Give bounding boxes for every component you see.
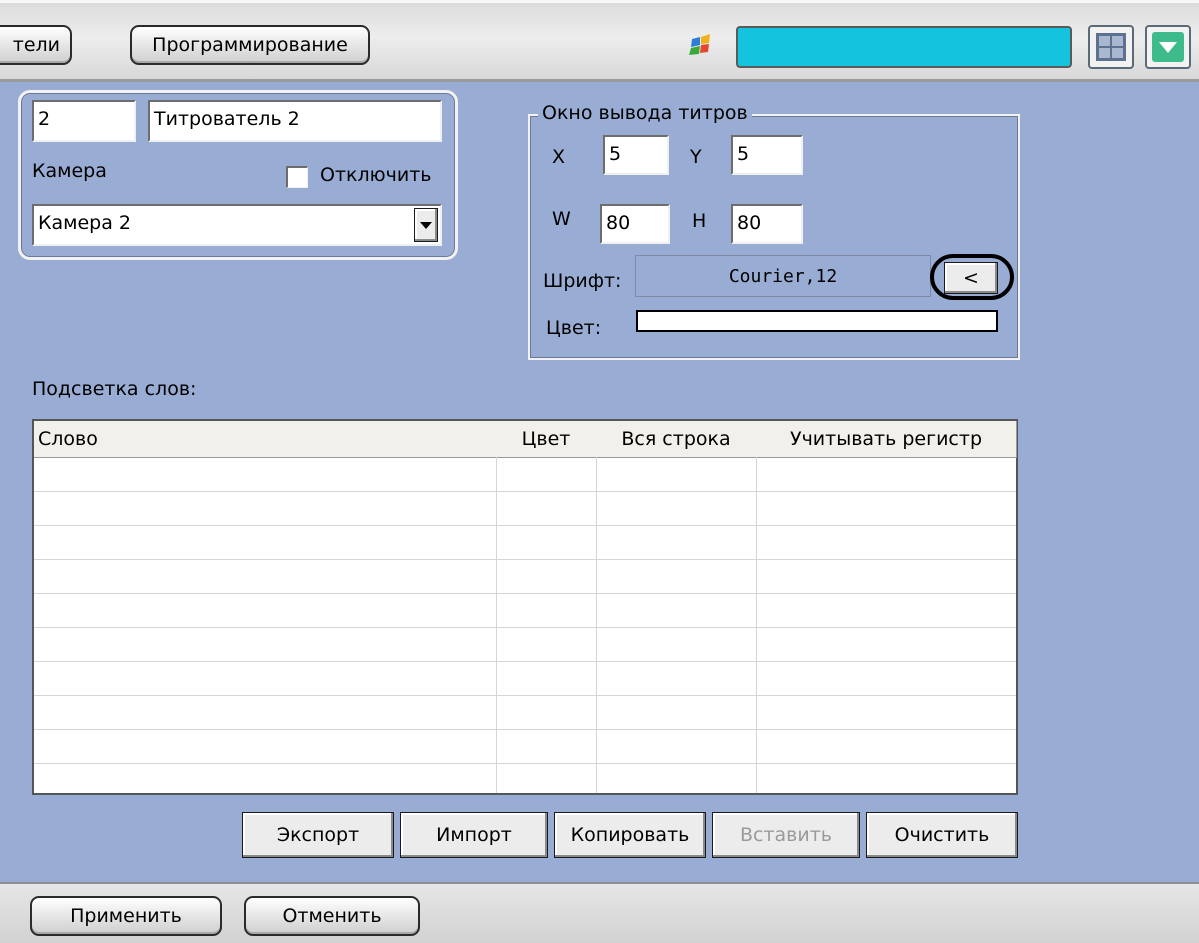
tab-programming-label: Программирование [152, 34, 348, 56]
font-display: Courier,12 [635, 255, 931, 297]
camera-select[interactable]: Камера 2 [32, 204, 442, 246]
import-button[interactable]: Импорт [400, 812, 548, 858]
table-row[interactable] [34, 695, 1016, 696]
camera-label: Камера [32, 160, 107, 182]
column-divider [496, 457, 497, 793]
h-input[interactable]: 80 [731, 204, 803, 244]
disable-label: Отключить [320, 164, 432, 186]
disable-checkbox[interactable] [286, 166, 308, 188]
w-label: W [552, 208, 571, 230]
id-field[interactable]: 2 [32, 100, 136, 142]
tab-partial-button[interactable]: тели [0, 25, 72, 65]
settings-panel: 2 Титрователь 2 Камера Отключить Камера … [0, 82, 1199, 882]
w-value: 80 [606, 212, 631, 234]
h-value: 80 [737, 212, 762, 234]
x-input[interactable]: 5 [603, 135, 669, 175]
x-value: 5 [609, 143, 622, 165]
x-label: X [552, 146, 566, 168]
chevron-down-icon [1152, 32, 1184, 62]
highlight-title: Подсветка слов: [32, 378, 197, 400]
font-picker-button[interactable]: < [944, 262, 998, 294]
column-header-word[interactable]: Слово [34, 421, 501, 458]
color-label: Цвет: [546, 317, 602, 339]
grid-layout-icon[interactable] [1088, 25, 1134, 69]
camera-dropdown-button[interactable] [414, 208, 438, 242]
column-header-color[interactable]: Цвет [496, 421, 597, 458]
table-row[interactable] [34, 729, 1016, 730]
table-row[interactable] [34, 491, 1016, 492]
status-bar-cyan [736, 26, 1072, 68]
y-label: Y [690, 146, 702, 168]
h-label: H [692, 210, 707, 232]
clear-button[interactable]: Очистить [866, 812, 1018, 858]
column-divider [756, 457, 757, 793]
tab-programming-button[interactable]: Программирование [130, 25, 370, 65]
font-label: Шрифт: [543, 270, 622, 292]
y-input[interactable]: 5 [731, 135, 803, 175]
chevron-down-icon [420, 222, 432, 229]
table-row[interactable] [34, 627, 1016, 628]
green-dropdown-button[interactable] [1145, 25, 1191, 69]
column-divider [596, 457, 597, 793]
table-row[interactable] [34, 661, 1016, 662]
w-input[interactable]: 80 [600, 204, 670, 244]
paste-button[interactable]: Вставить [712, 812, 860, 858]
font-button-label: < [963, 267, 979, 289]
table-row[interactable] [34, 559, 1016, 560]
top-toolbar: тели Программирование [0, 0, 1199, 82]
name-value: Титрователь 2 [154, 108, 300, 130]
y-value: 5 [737, 143, 750, 165]
copy-button[interactable]: Копировать [554, 812, 706, 858]
camera-selected-value: Камера 2 [38, 212, 131, 234]
tab-partial-label: тели [12, 34, 60, 56]
table-row[interactable] [34, 593, 1016, 594]
id-value: 2 [38, 108, 51, 130]
output-window-legend: Окно вывода титров [538, 102, 752, 124]
cancel-button[interactable]: Отменить [244, 896, 420, 936]
export-button[interactable]: Экспорт [242, 812, 394, 858]
table-row[interactable] [34, 763, 1016, 764]
column-header-match-case[interactable]: Учитывать регистр [756, 421, 1017, 458]
bottom-bar: Применить Отменить [0, 882, 1199, 943]
apply-button[interactable]: Применить [30, 896, 222, 936]
highlight-table: Слово Цвет Вся строка Учитывать регистр [32, 419, 1018, 795]
name-field[interactable]: Титрователь 2 [148, 100, 442, 142]
font-value: Courier,12 [728, 265, 838, 287]
table-row[interactable] [34, 525, 1016, 526]
color-swatch[interactable] [636, 310, 998, 332]
colored-windows-icon[interactable] [686, 31, 716, 57]
column-header-whole-line[interactable]: Вся строка [596, 421, 757, 458]
